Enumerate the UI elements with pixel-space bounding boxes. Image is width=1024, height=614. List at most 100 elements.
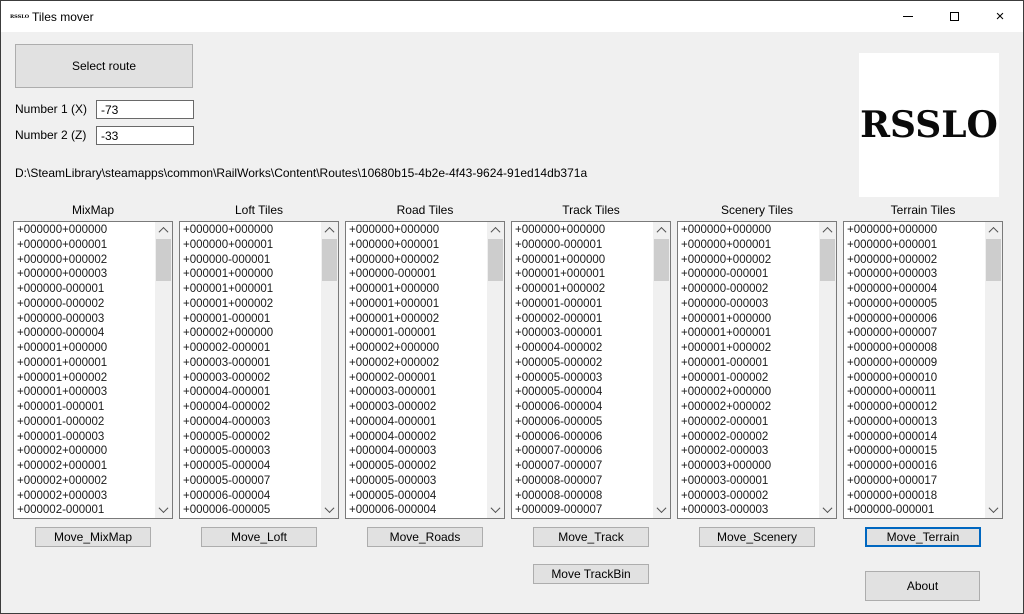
- move-roads-button[interactable]: Move_Roads: [367, 527, 483, 547]
- tile-list-item[interactable]: +000000-000001: [14, 282, 155, 297]
- tile-list-item[interactable]: +000000+000018: [844, 489, 985, 504]
- tile-list-item[interactable]: +000008-000008: [512, 489, 653, 504]
- tile-list-item[interactable]: +000005-000007: [180, 474, 321, 489]
- tile-list-item[interactable]: +000004-000002: [346, 430, 487, 445]
- tile-list-item[interactable]: +000000+000002: [844, 253, 985, 268]
- tile-list-item[interactable]: +000006-000005: [512, 415, 653, 430]
- scroll-up-icon[interactable]: [487, 222, 504, 239]
- roads-scrollbar[interactable]: [487, 222, 504, 518]
- scroll-down-icon[interactable]: [321, 501, 338, 518]
- tile-list-item[interactable]: +000000-000001: [512, 238, 653, 253]
- tile-list-item[interactable]: +000005-000002: [180, 430, 321, 445]
- tile-list-item[interactable]: +000006-000005: [180, 503, 321, 518]
- scrollbar-thumb[interactable]: [820, 239, 835, 281]
- tile-list-item[interactable]: +000000+000015: [844, 444, 985, 459]
- tile-list-item[interactable]: +000000-000001: [678, 267, 819, 282]
- move-track-button[interactable]: Move_Track: [533, 527, 649, 547]
- scroll-up-icon[interactable]: [985, 222, 1002, 239]
- tile-list-item[interactable]: +000001+000000: [14, 341, 155, 356]
- scroll-up-icon[interactable]: [819, 222, 836, 239]
- tile-list-item[interactable]: +000002+000001: [14, 459, 155, 474]
- maximize-button[interactable]: [931, 1, 977, 32]
- tile-list-item[interactable]: +000001-000001: [14, 400, 155, 415]
- scenery-listbox[interactable]: +000000+000000 +000000+000001 +000000+0000…: [677, 221, 837, 519]
- tile-list-item[interactable]: +000001-000001: [678, 356, 819, 371]
- tile-list-item[interactable]: +000002+000000: [180, 326, 321, 341]
- tile-list-item[interactable]: +000000+000004: [844, 282, 985, 297]
- tile-list-item[interactable]: +000002+000000: [678, 385, 819, 400]
- tile-list-item[interactable]: +000002+000002: [678, 400, 819, 415]
- minimize-button[interactable]: [885, 1, 931, 32]
- tile-list-item[interactable]: +000007-000006: [512, 444, 653, 459]
- tile-list-item[interactable]: +000000-000001: [180, 253, 321, 268]
- tile-list-item[interactable]: +000001+000000: [512, 253, 653, 268]
- tile-list-item[interactable]: +000001+000000: [346, 282, 487, 297]
- tile-list-item[interactable]: +000000+000001: [180, 238, 321, 253]
- tile-list-item[interactable]: +000005-000002: [512, 356, 653, 371]
- tile-list-item[interactable]: +000000+000000: [14, 223, 155, 238]
- tile-list-item[interactable]: +000000+000006: [844, 312, 985, 327]
- mixmap-listbox[interactable]: +000000+000000 +000000+000001 +000000+0000…: [13, 221, 173, 519]
- tile-list-item[interactable]: +000009-000007: [512, 503, 653, 518]
- tile-list-item[interactable]: +000002-000002: [678, 430, 819, 445]
- tile-list-item[interactable]: +000000+000013: [844, 415, 985, 430]
- tile-list-item[interactable]: +000000+000014: [844, 430, 985, 445]
- tile-list-item[interactable]: +000004-000003: [180, 415, 321, 430]
- tile-list-item[interactable]: +000000+000005: [844, 297, 985, 312]
- scrollbar-thumb[interactable]: [654, 239, 669, 281]
- tile-list-item[interactable]: +000000+000001: [844, 238, 985, 253]
- select-route-button[interactable]: Select route: [15, 44, 193, 88]
- tile-list-item[interactable]: +000001+000002: [512, 282, 653, 297]
- tile-list-item[interactable]: +000000-000003: [14, 312, 155, 327]
- tile-list-item[interactable]: +000002-000001: [180, 341, 321, 356]
- about-button[interactable]: About: [865, 571, 980, 601]
- tile-list-item[interactable]: +000000-000001: [844, 503, 985, 518]
- tile-list-item[interactable]: +000002-000001: [512, 312, 653, 327]
- move-scenery-button[interactable]: Move_Scenery: [699, 527, 815, 547]
- tile-list-item[interactable]: +000002-000003: [678, 444, 819, 459]
- tile-list-item[interactable]: +000000+000010: [844, 371, 985, 386]
- tile-list-item[interactable]: +000001+000001: [678, 326, 819, 341]
- tile-list-item[interactable]: +000005-000003: [346, 474, 487, 489]
- move-trackbin-button[interactable]: Move TrackBin: [533, 564, 649, 584]
- tile-list-item[interactable]: +000000+000002: [678, 253, 819, 268]
- tile-list-item[interactable]: +000004-000001: [180, 385, 321, 400]
- tile-list-item[interactable]: +000001+000003: [14, 385, 155, 400]
- tile-list-item[interactable]: +000003-000001: [180, 356, 321, 371]
- tile-list-item[interactable]: +000000+000003: [844, 267, 985, 282]
- mixmap-scrollbar[interactable]: [155, 222, 172, 518]
- scroll-up-icon[interactable]: [321, 222, 338, 239]
- close-button[interactable]: ×: [977, 1, 1023, 32]
- tile-list-item[interactable]: +000001-000002: [14, 415, 155, 430]
- tile-list-item[interactable]: +000002+000002: [346, 356, 487, 371]
- tile-list-item[interactable]: +000000+000000: [180, 223, 321, 238]
- move-terrain-button[interactable]: Move_Terrain: [865, 527, 981, 547]
- tile-list-item[interactable]: +000001+000000: [180, 267, 321, 282]
- tile-list-item[interactable]: +000001+000002: [346, 312, 487, 327]
- tile-list-item[interactable]: +000000+000000: [512, 223, 653, 238]
- scenery-scrollbar[interactable]: [819, 222, 836, 518]
- tile-list-item[interactable]: +000003-000002: [346, 400, 487, 415]
- tile-list-item[interactable]: +000003-000001: [678, 474, 819, 489]
- tile-list-item[interactable]: +000000-000001: [346, 267, 487, 282]
- tile-list-item[interactable]: +000000+000001: [346, 238, 487, 253]
- tile-list-item[interactable]: +000001+000001: [512, 267, 653, 282]
- tile-list-item[interactable]: +000001+000001: [346, 297, 487, 312]
- tile-list-item[interactable]: +000000+000000: [678, 223, 819, 238]
- track-scrollbar[interactable]: [653, 222, 670, 518]
- tile-list-item[interactable]: +000005-000004: [180, 459, 321, 474]
- tile-list-item[interactable]: +000007-000007: [512, 459, 653, 474]
- tile-list-item[interactable]: +000006-000004: [180, 489, 321, 504]
- tile-list-item[interactable]: +000001+000002: [14, 371, 155, 386]
- move-loft-button[interactable]: Move_Loft: [201, 527, 317, 547]
- tile-list-item[interactable]: +000001-000001: [180, 312, 321, 327]
- tile-list-item[interactable]: +000003-000002: [678, 489, 819, 504]
- tile-list-item[interactable]: +000002-000001: [14, 503, 155, 518]
- scroll-down-icon[interactable]: [985, 501, 1002, 518]
- scrollbar-thumb[interactable]: [156, 239, 171, 281]
- tile-list-item[interactable]: +000002+000000: [14, 444, 155, 459]
- tile-list-item[interactable]: +000005-000003: [512, 371, 653, 386]
- tile-list-item[interactable]: +000001+000002: [180, 297, 321, 312]
- tile-list-item[interactable]: +000000-000004: [14, 326, 155, 341]
- tile-list-item[interactable]: +000005-000004: [346, 489, 487, 504]
